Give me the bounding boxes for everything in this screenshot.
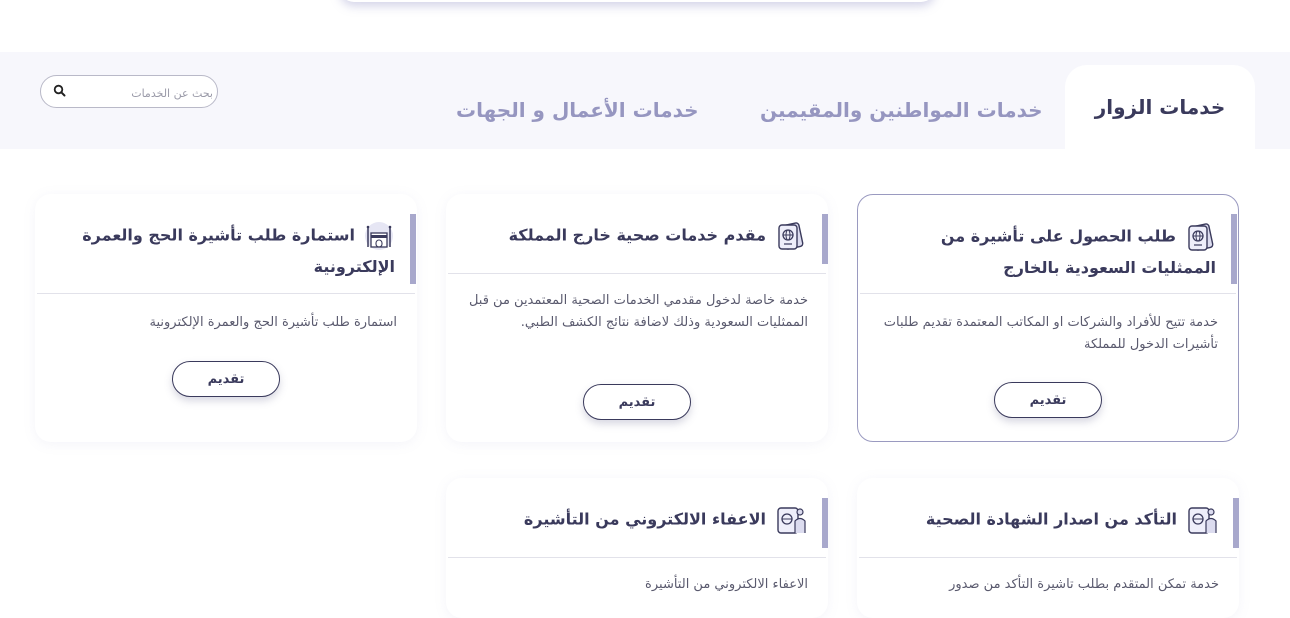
tab-citizens-services[interactable]: خدمات المواطنين والمقيمين (760, 98, 1043, 122)
card-title: طلب الحصول على تأشيرة من الممثليات السعو… (878, 221, 1216, 283)
card-accent-bar (1231, 214, 1237, 284)
card-description: خدمة تتيح للأفراد والشركات او المكاتب ال… (883, 315, 1218, 352)
submit-button[interactable]: تقديم (583, 384, 691, 420)
card-accent-bar (1233, 498, 1239, 548)
passport-icon (778, 222, 804, 250)
service-card-visa-request[interactable]: طلب الحصول على تأشيرة من الممثليات السعو… (857, 194, 1239, 442)
card-description: استمارة طلب تأشيرة الحج والعمرة الإلكترو… (149, 315, 397, 330)
tab-visitors-services[interactable]: خدمات الزوار (1065, 65, 1255, 149)
header-panel (340, 0, 935, 2)
card-divider (860, 293, 1236, 294)
service-card-health-certificate[interactable]: التأكد من اصدار الشهادة الصحية خدمة تمكن… (857, 478, 1239, 618)
card-accent-bar (822, 498, 828, 548)
service-card-health-provider[interactable]: مقدم خدمات صحية خارج المملكة خدمة خاصة ل… (446, 194, 828, 442)
card-divider (859, 557, 1237, 558)
search-box[interactable] (40, 75, 218, 108)
card-divider (448, 273, 826, 274)
passport-icon (1188, 223, 1214, 251)
card-accent-bar (822, 214, 828, 264)
services-tab-bar: خدمات الزوار خدمات المواطنين والمقيمين خ… (0, 52, 1290, 149)
submit-button[interactable]: تقديم (172, 361, 280, 397)
card-accent-bar (410, 214, 416, 284)
card-title: مقدم خدمات صحية خارج المملكة (466, 220, 806, 252)
tab-business-services[interactable]: خدمات الأعمال و الجهات (456, 98, 699, 122)
card-description: خدمة تمكن المتقدم بطلب تاشيرة التأكد من … (949, 577, 1219, 592)
person-passport-icon (777, 507, 806, 534)
person-passport-icon (1188, 507, 1217, 534)
card-title: استمارة طلب تأشيرة الحج والعمرة الإلكترو… (55, 220, 395, 282)
submit-button[interactable]: تقديم (994, 382, 1102, 418)
card-description: الاعفاء الالكتروني من التأشيرة (645, 577, 808, 592)
kaaba-icon (365, 222, 393, 250)
card-divider (448, 557, 826, 558)
card-title: الاعفاء الالكتروني من التأشيرة (466, 504, 806, 536)
card-description: خدمة خاصة لدخول مقدمي الخدمات الصحية الم… (468, 293, 808, 330)
card-divider (37, 293, 415, 294)
search-input[interactable] (71, 82, 215, 104)
service-card-hajj-umrah-visa[interactable]: استمارة طلب تأشيرة الحج والعمرة الإلكترو… (35, 194, 417, 442)
service-card-electronic-visa-exemption[interactable]: الاعفاء الالكتروني من التأشيرة الاعفاء ا… (446, 478, 828, 618)
card-title: التأكد من اصدار الشهادة الصحية (877, 504, 1217, 536)
search-icon[interactable] (53, 84, 67, 98)
